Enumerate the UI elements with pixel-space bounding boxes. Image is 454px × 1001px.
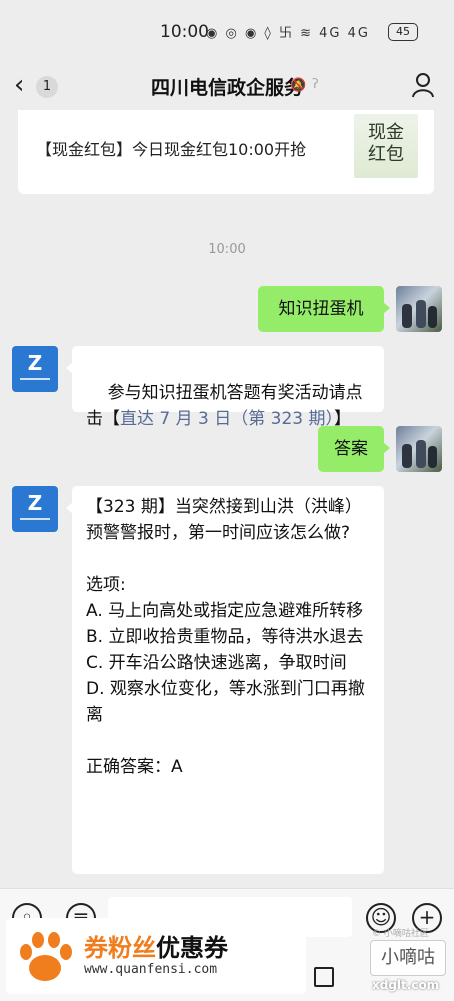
watermark-site: xdglt.com (372, 978, 440, 992)
paw-logo-icon (20, 932, 72, 981)
bot-avatar[interactable]: Z (12, 346, 58, 392)
chat-title: 四川电信政企服务 (150, 77, 303, 99)
telecom-logo-icon: Z (27, 351, 43, 375)
watermark-badge: 小嘀咕 (370, 940, 446, 976)
quiz-answer-text: 【323 期】当突然接到山洪（洪峰）预警警报时，第一时间应该怎么做? 选项: A… (86, 497, 365, 777)
outgoing-message[interactable]: 答案 (318, 426, 390, 472)
watermark-small: © 小嘀咕社区 (372, 929, 429, 939)
profile-icon[interactable] (412, 72, 434, 98)
promo-card[interactable]: 【现金红包】今日现金红包10:00开抢 现金红包 (18, 110, 434, 194)
user-avatar[interactable] (396, 426, 442, 472)
message-timestamp: 10:00 (208, 242, 246, 257)
issue-link[interactable]: 直达 7 月 3 日（第 323 期） (120, 409, 334, 429)
bot-avatar[interactable]: Z (12, 486, 58, 532)
status-bar: 10:00 ◉ ◎ ◉ ◊ 卐 ≋ 4G 4G 45 (0, 0, 454, 62)
chat-header: ‹ 1 四川电信政企服务 🔕 ʔ (0, 62, 454, 110)
watermark-title: 券粉丝优惠券 (84, 934, 228, 962)
telecom-logo-icon: Z (27, 491, 43, 515)
ear-icon: ʔ (312, 77, 319, 92)
message-text: 知识扭蛋机 (278, 299, 364, 319)
incoming-message: 参与知识扭蛋机答题有奖活动请点击【直达 7 月 3 日（第 323 期）】 (66, 346, 384, 429)
status-icons: ◉ ◎ ◉ ◊ 卐 ≋ 4G 4G (206, 26, 370, 41)
promo-thumbnail: 现金红包 (354, 114, 418, 178)
mute-bell-icon: 🔕 (290, 78, 307, 93)
promo-text: 【现金红包】今日现金红包10:00开抢 (36, 140, 307, 159)
incoming-message: 【323 期】当突然接到山洪（洪峰）预警警报时，第一时间应该怎么做? 选项: A… (66, 486, 384, 874)
outgoing-message[interactable]: 知识扭蛋机 (258, 286, 390, 332)
battery-icon: 45 (388, 23, 418, 41)
message-text: 答案 (334, 439, 368, 459)
user-avatar[interactable] (396, 286, 442, 332)
watermark-banner: 券粉丝优惠券 www.quanfensi.com (6, 918, 306, 994)
nav-square-icon[interactable] (314, 967, 334, 987)
watermark-url: www.quanfensi.com (84, 962, 218, 977)
promo-thumb-text: 现金红包 (368, 122, 404, 165)
status-time: 10:00 (160, 22, 209, 42)
